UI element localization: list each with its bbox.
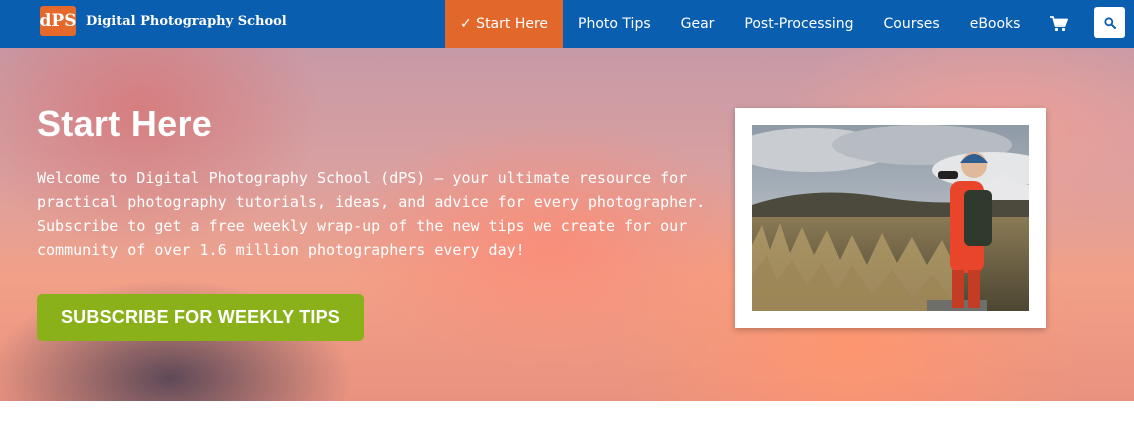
page-title: Start Here: [37, 103, 213, 144]
search-icon: [1103, 16, 1116, 29]
subscribe-button[interactable]: SUBSCRIBE FOR WEEKLY TIPS: [37, 294, 364, 341]
hero-description: Welcome to Digital Photography School (d…: [37, 169, 706, 259]
site-header: dPS Digital Photography School ✓ Start H…: [0, 0, 1134, 48]
search-button[interactable]: [1094, 7, 1125, 38]
nav-gear[interactable]: Gear: [666, 0, 730, 48]
shopping-cart-icon[interactable]: [1035, 0, 1083, 48]
nav-ebooks[interactable]: eBooks: [955, 0, 1036, 48]
photographer-image: [752, 125, 1029, 311]
main-nav: ✓ Start Here Photo Tips Gear Post-Proces…: [445, 0, 1083, 48]
site-logo[interactable]: dPS Digital Photography School: [40, 6, 287, 36]
hero-section: Start Here Welcome to Digital Photograph…: [0, 48, 1134, 401]
nav-post-processing[interactable]: Post-Processing: [729, 0, 868, 48]
dps-logo-icon: dPS: [40, 6, 76, 36]
nav-photo-tips[interactable]: Photo Tips: [563, 0, 666, 48]
hero-photo-frame: [735, 108, 1046, 328]
nav-start-here[interactable]: ✓ Start Here: [445, 0, 564, 48]
logo-text: Digital Photography School: [86, 13, 287, 29]
nav-courses[interactable]: Courses: [869, 0, 955, 48]
